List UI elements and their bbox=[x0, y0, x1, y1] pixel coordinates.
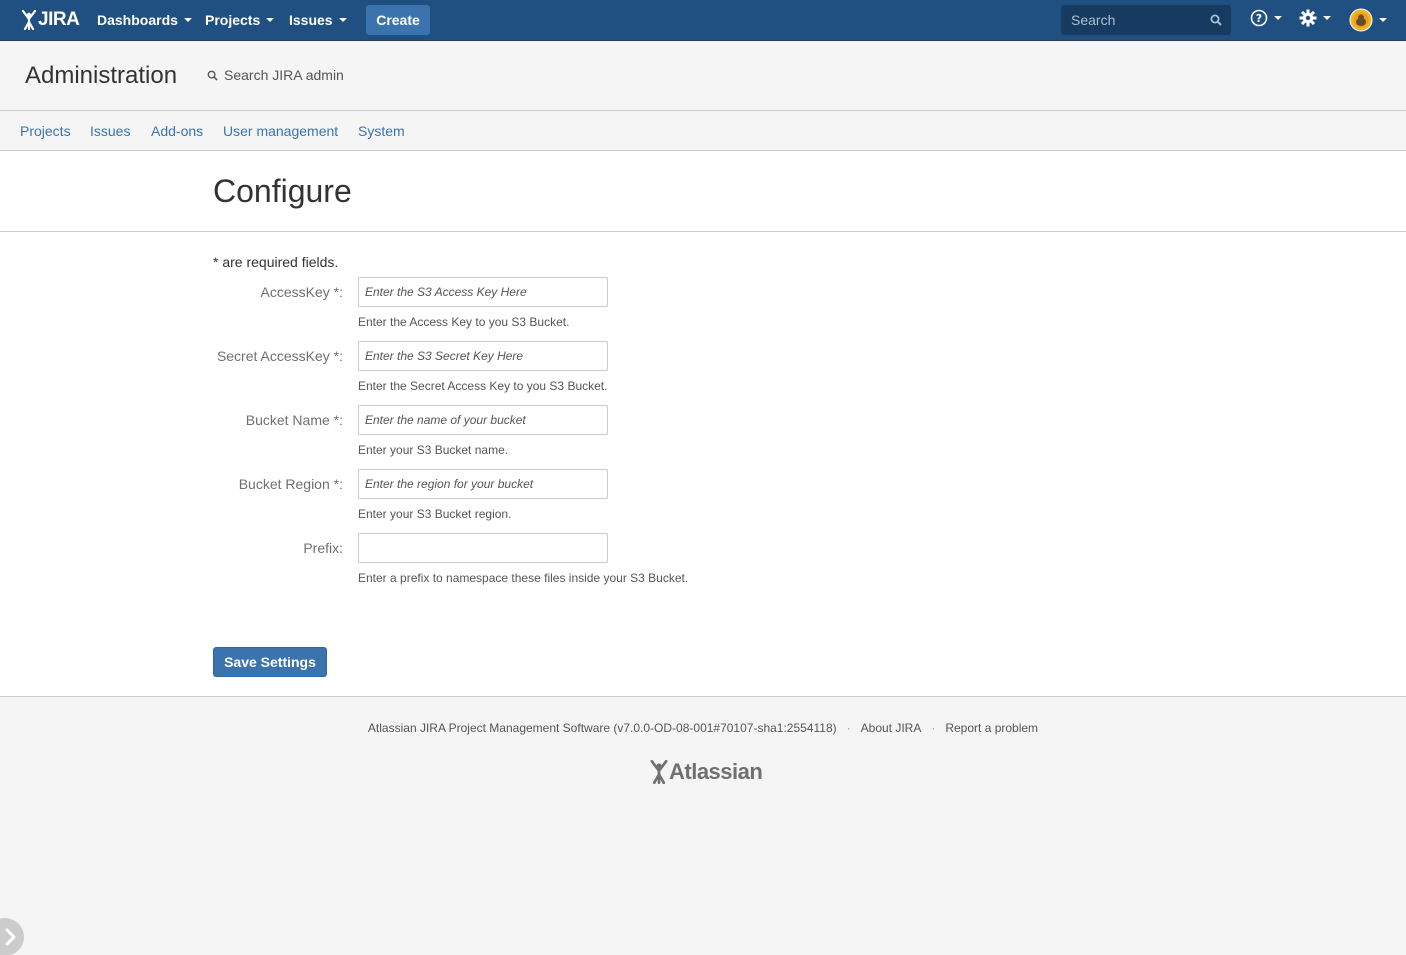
footer-version: Atlassian JIRA Project Management Softwa… bbox=[367, 721, 837, 735]
chevron-down-icon bbox=[266, 18, 275, 22]
admin-search-label: Search JIRA admin bbox=[224, 67, 344, 83]
chevron-down-icon bbox=[1274, 16, 1282, 20]
help-icon: ? bbox=[1250, 9, 1268, 27]
footer: Atlassian JIRA Project Management Softwa… bbox=[0, 698, 1406, 955]
gear-icon bbox=[1299, 9, 1317, 27]
required-fields-note: * are required fields. bbox=[213, 254, 339, 270]
jira-logo-icon bbox=[21, 10, 37, 30]
nav-dashboards[interactable]: Dashboards bbox=[97, 0, 192, 40]
chevron-down-icon bbox=[1379, 18, 1387, 22]
footer-links: Atlassian JIRA Project Management Softwa… bbox=[0, 721, 1406, 735]
secret-key-label: Secret AccessKey *: bbox=[216, 348, 343, 364]
search-icon bbox=[207, 70, 218, 81]
tab-projects[interactable]: Projects bbox=[20, 123, 71, 139]
user-profile-menu[interactable] bbox=[1349, 8, 1387, 32]
prefix-input[interactable] bbox=[358, 533, 608, 563]
chevron-down-icon bbox=[338, 18, 347, 22]
quick-search-input[interactable] bbox=[1061, 5, 1231, 35]
quick-search bbox=[1061, 5, 1231, 35]
tab-add-ons[interactable]: Add-ons bbox=[151, 123, 203, 139]
create-button[interactable]: Create bbox=[366, 5, 430, 35]
admin-search[interactable]: Search JIRA admin bbox=[207, 67, 344, 83]
access-key-description: Enter the Access Key to you S3 Bucket. bbox=[358, 315, 570, 329]
prefix-label: Prefix: bbox=[303, 540, 343, 556]
page-title: Configure bbox=[213, 173, 352, 209]
bucket-region-input[interactable] bbox=[358, 469, 608, 499]
nav-dashboards-label: Dashboards bbox=[97, 12, 178, 28]
search-icon[interactable] bbox=[1210, 14, 1222, 26]
bucket-region-description: Enter your S3 Bucket region. bbox=[358, 507, 512, 521]
avatar bbox=[1349, 8, 1373, 32]
secret-key-input[interactable] bbox=[358, 341, 608, 371]
admin-header: Administration Search JIRA admin bbox=[0, 41, 1406, 111]
configure-form: * are required fields. AccessKey *: Ente… bbox=[0, 232, 1406, 697]
jira-logo[interactable]: JIRA bbox=[21, 9, 80, 31]
footer-separator: · bbox=[931, 721, 936, 735]
tab-issues[interactable]: Issues bbox=[90, 123, 130, 139]
bucket-name-input[interactable] bbox=[358, 405, 608, 435]
secret-key-description: Enter the Secret Access Key to you S3 Bu… bbox=[358, 379, 608, 393]
chevron-right-icon bbox=[5, 928, 16, 946]
help-menu[interactable]: ? bbox=[1250, 9, 1282, 27]
nav-issues-label: Issues bbox=[289, 12, 333, 28]
nav-issues[interactable]: Issues bbox=[289, 0, 347, 40]
tab-system[interactable]: System bbox=[358, 123, 405, 139]
jira-logo-text: JIRA bbox=[38, 9, 80, 30]
about-jira-link[interactable]: About JIRA bbox=[861, 721, 922, 735]
access-key-input[interactable] bbox=[358, 277, 608, 307]
page-header: Configure bbox=[0, 151, 1406, 232]
admin-title: Administration bbox=[25, 62, 178, 89]
prefix-description: Enter a prefix to namespace these files … bbox=[358, 571, 689, 585]
atlassian-logo-text: Atlassian bbox=[669, 759, 763, 784]
bucket-name-label: Bucket Name *: bbox=[245, 412, 343, 428]
chevron-down-icon bbox=[1323, 16, 1331, 20]
bucket-name-description: Enter your S3 Bucket name. bbox=[358, 443, 509, 457]
admin-tabs: Projects Issues Add-ons User management … bbox=[0, 111, 1406, 151]
access-key-label: AccessKey *: bbox=[260, 284, 343, 300]
svg-text:?: ? bbox=[1256, 12, 1262, 25]
nav-projects-label: Projects bbox=[205, 12, 261, 28]
report-problem-link[interactable]: Report a problem bbox=[945, 721, 1038, 735]
bucket-region-label: Bucket Region *: bbox=[238, 476, 343, 492]
save-settings-button[interactable]: Save Settings bbox=[213, 647, 327, 677]
chevron-down-icon bbox=[183, 18, 192, 22]
tab-user-management[interactable]: User management bbox=[223, 123, 338, 139]
admin-settings-menu[interactable] bbox=[1299, 9, 1331, 27]
nav-projects[interactable]: Projects bbox=[205, 0, 275, 40]
atlassian-logo-icon bbox=[650, 760, 668, 784]
footer-separator: · bbox=[846, 721, 851, 735]
top-navigation-bar: JIRA Dashboards Projects Issues Create ? bbox=[0, 0, 1406, 41]
atlassian-logo[interactable]: Atlassian bbox=[649, 759, 763, 785]
